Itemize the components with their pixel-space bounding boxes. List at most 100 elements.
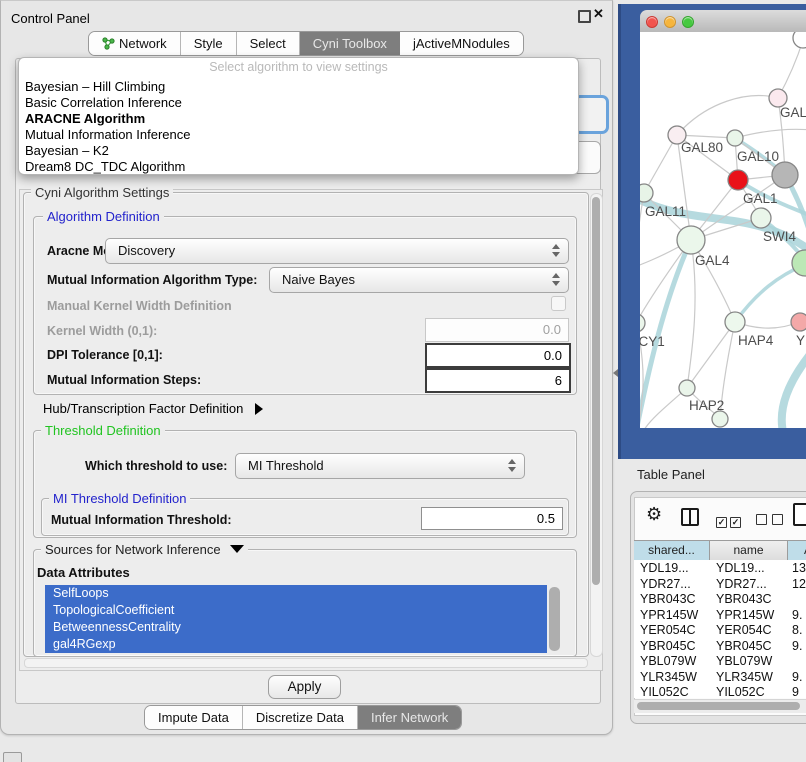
table-cell: YDL19... [716, 561, 765, 575]
tab-select[interactable]: Select [237, 32, 300, 55]
sources-legend[interactable]: Sources for Network Inference [41, 542, 248, 557]
minimized-panel-icon[interactable] [3, 752, 22, 762]
network-edge[interactable] [735, 264, 806, 322]
table-cell: YDR27... [716, 577, 767, 591]
network-node[interactable] [712, 411, 728, 427]
table-row[interactable]: YDL19...YDL19...13 [634, 560, 806, 576]
aracne-mode-combo[interactable]: Discovery [105, 238, 569, 264]
algorithm-option-bayesian-k2[interactable]: Bayesian – K2 [25, 143, 109, 159]
tab-label: Infer Network [371, 706, 448, 729]
manual-kernel-checkbox[interactable] [551, 296, 566, 311]
table-row[interactable]: YLR345WYLR345W9. [634, 669, 806, 685]
network-edge[interactable] [782, 352, 806, 428]
network-node-gal1[interactable] [728, 170, 748, 190]
tab-jactivemnodules[interactable]: jActiveMNodules [400, 32, 523, 55]
mi-threshold-field[interactable]: 0.5 [421, 507, 563, 530]
table-scrollbar-thumb[interactable] [637, 702, 800, 710]
data-attributes-label: Data Attributes [37, 565, 130, 580]
table-horizontal-scrollbar[interactable] [634, 699, 806, 713]
tab-impute-data[interactable]: Impute Data [145, 706, 243, 729]
column-header-a[interactable]: A [788, 540, 806, 561]
combo-spinner-icon [552, 244, 559, 257]
algorithm-option-aracne-algorithm[interactable]: ARACNE Algorithm [25, 111, 145, 127]
data-attribute-topologicalcoefficient[interactable]: TopologicalCoefficient [45, 602, 547, 619]
unchecked-boxes-icon[interactable] [756, 512, 783, 530]
hub-definition-label: Hub/Transcription Factor Definition [43, 401, 243, 416]
split-columns-icon[interactable] [681, 508, 699, 526]
data-attribute-selfloops[interactable]: SelfLoops [45, 585, 547, 602]
network-node-swi4[interactable] [751, 208, 771, 228]
data-attributes-list[interactable]: SelfLoopsTopologicalCoefficientBetweenne… [45, 585, 547, 653]
data-attribute-betweennesscentrality[interactable]: BetweennessCentrality [45, 619, 547, 636]
network-node-label: GAL1 [743, 191, 778, 206]
tab-network[interactable]: Network [89, 32, 181, 55]
combo-spinner-icon [508, 459, 515, 472]
network-node-hap2[interactable] [679, 380, 695, 396]
mi-threshold-legend: MI Threshold Definition [49, 491, 190, 506]
table-row[interactable]: YBR045CYBR045C9. [634, 638, 806, 654]
file-icon[interactable] [793, 503, 806, 526]
mi-type-combo[interactable]: Naive Bayes [269, 267, 569, 293]
network-node-hap4[interactable] [725, 312, 745, 332]
chevron-down-icon[interactable] [230, 545, 244, 553]
threshold-definition-legend: Threshold Definition [41, 423, 165, 438]
dpi-tolerance-field[interactable]: 0.0 [425, 343, 571, 368]
zoom-window-icon[interactable] [682, 16, 694, 28]
table-row[interactable]: YER054CYER054C8. [634, 622, 806, 638]
which-threshold-combo[interactable]: MI Threshold [235, 453, 525, 479]
mi-steps-field[interactable]: 6 [425, 368, 571, 393]
network-edge[interactable] [735, 129, 806, 138]
tab-infer-network[interactable]: Infer Network [358, 706, 461, 729]
algorithm-option-dream8-dc-tdc-algorithm[interactable]: Dream8 DC_TDC Algorithm [25, 159, 185, 175]
network-node-gal4[interactable] [677, 226, 705, 254]
algorithm-option-mutual-information-inference[interactable]: Mutual Information Inference [25, 127, 190, 143]
float-window-icon[interactable] [578, 10, 591, 23]
close-icon[interactable]: ✕ [593, 6, 604, 22]
cyni-mode-tabs: Impute DataDiscretize Data Infer Network [144, 705, 462, 730]
network-node[interactable] [793, 32, 806, 48]
network-window-titlebar[interactable] [640, 10, 806, 33]
attributes-scrollbar-thumb[interactable] [549, 587, 560, 651]
network-edge[interactable] [640, 193, 644, 323]
table-row[interactable]: YDR27...YDR27...12 [634, 576, 806, 592]
checked-boxes-icon[interactable]: ✓✓ [716, 512, 741, 530]
network-canvas[interactable]: GALGAL80GAL10GAL1GAL11SWI4GAL4GCY1HAP4YH… [640, 32, 806, 428]
tab-style[interactable]: Style [181, 32, 237, 55]
data-attribute-gal4rgexp[interactable]: gal4RGexp [45, 636, 547, 653]
network-node-gal11[interactable] [640, 184, 653, 202]
minimize-window-icon[interactable] [664, 16, 676, 28]
network-edge[interactable] [644, 135, 677, 193]
table-row[interactable]: YBR043CYBR043C [634, 591, 806, 607]
network-edge[interactable] [644, 388, 687, 428]
column-header-name[interactable]: name [710, 540, 788, 561]
tab-discretize-data[interactable]: Discretize Data [243, 706, 358, 729]
table-row[interactable]: YIL052CYIL052C9 [634, 684, 806, 698]
apply-button[interactable]: Apply [268, 675, 341, 699]
tab-label: jActiveMNodules [413, 32, 510, 55]
column-header-shared[interactable]: shared... [634, 540, 710, 561]
chevron-right-icon[interactable] [255, 403, 263, 415]
settings-horizontal-scrollbar[interactable] [24, 658, 588, 668]
close-window-icon[interactable] [646, 16, 658, 28]
hub-definition-expander[interactable]: Hub/Transcription Factor Definition [43, 401, 263, 416]
network-node-y[interactable] [791, 313, 806, 331]
network-node-gcy1[interactable] [640, 314, 645, 332]
network-edge[interactable] [687, 240, 695, 388]
tab-cyni-toolbox[interactable]: Cyni Toolbox [300, 32, 400, 55]
settings-vertical-scrollbar[interactable] [590, 193, 603, 657]
network-node-label: GAL80 [681, 140, 723, 155]
settings-scrollbar-thumb[interactable] [592, 197, 600, 585]
network-node[interactable] [792, 250, 806, 276]
network-node-label: HAP4 [738, 333, 774, 348]
gear-icon[interactable]: ⚙ [646, 504, 662, 525]
network-icon [102, 37, 115, 50]
table-row[interactable]: YBL079WYBL079W [634, 653, 806, 669]
network-edge[interactable] [677, 96, 778, 135]
algorithm-option-bayesian-hill-climbing[interactable]: Bayesian – Hill Climbing [25, 79, 165, 95]
algorithm-option-basic-correlation-inference[interactable]: Basic Correlation Inference [25, 95, 182, 111]
kernel-width-field[interactable]: 0.0 [425, 318, 569, 342]
table-cell: YPR145W [640, 608, 698, 622]
network-node[interactable] [772, 162, 798, 188]
network-node-gal10[interactable] [727, 130, 743, 146]
table-row[interactable]: YPR145WYPR145W9. [634, 607, 806, 623]
